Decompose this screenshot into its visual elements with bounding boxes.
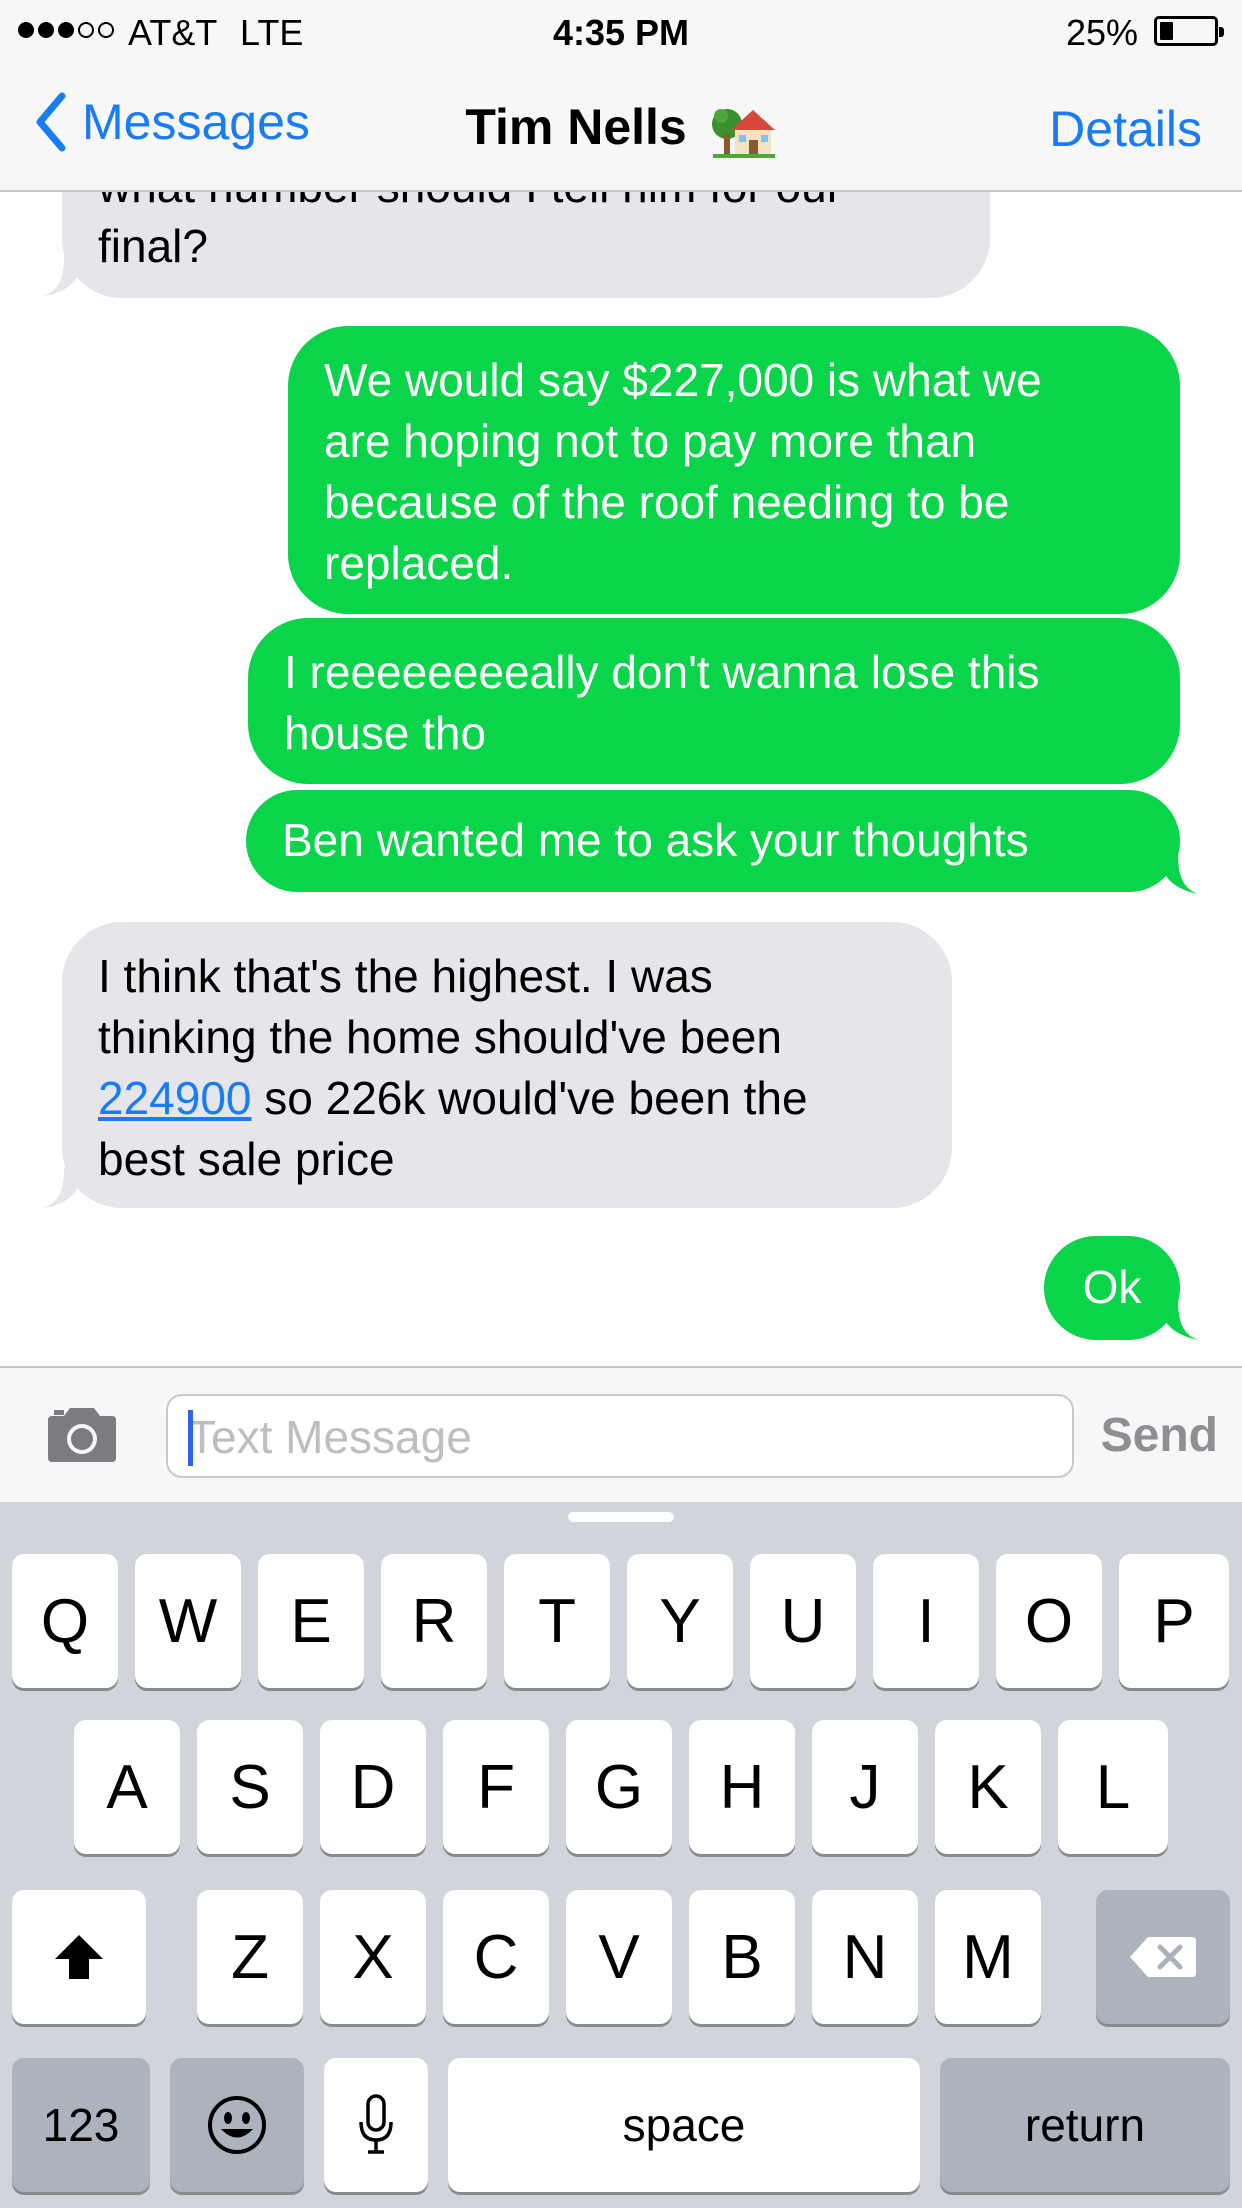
message-line: We would say $227,000 is what we bbox=[324, 354, 1042, 406]
key-v[interactable]: V bbox=[566, 1890, 672, 2024]
key-a[interactable]: A bbox=[74, 1720, 180, 1854]
key-j[interactable]: J bbox=[812, 1720, 918, 1854]
key-l[interactable]: L bbox=[1058, 1720, 1168, 1854]
key-s[interactable]: S bbox=[197, 1720, 303, 1854]
bubble-tail bbox=[1160, 1300, 1198, 1340]
battery-icon bbox=[1154, 16, 1224, 46]
key-u[interactable]: U bbox=[750, 1554, 856, 1688]
camera-icon[interactable] bbox=[44, 1404, 120, 1466]
phone-number-link[interactable]: 224900 bbox=[98, 1072, 252, 1124]
navigation-bar: Messages Tim Nells Details bbox=[0, 62, 1242, 192]
status-bar: AT&T LTE 4:35 PM 25% bbox=[0, 0, 1242, 62]
message-text: final? bbox=[98, 220, 208, 272]
message-bubble-sent[interactable]: Ben wanted me to ask your thoughts bbox=[246, 790, 1180, 892]
key-p[interactable]: P bbox=[1119, 1554, 1229, 1688]
key-k[interactable]: K bbox=[935, 1720, 1041, 1854]
message-line: Ben wanted me to ask your thoughts bbox=[282, 814, 1029, 866]
return-key[interactable]: return bbox=[940, 2058, 1230, 2192]
message-bubble-received[interactable]: I think that's the highest. I was thinki… bbox=[62, 922, 952, 1208]
message-thread[interactable]: what number should I tell him for our fi… bbox=[0, 0, 1242, 1368]
key-b[interactable]: B bbox=[689, 1890, 795, 2024]
message-line: are hoping not to pay more than bbox=[324, 415, 977, 467]
space-key[interactable]: space bbox=[448, 2058, 920, 2192]
message-line: replaced. bbox=[324, 537, 514, 589]
keyboard: Q W E R T Y U I O P A S D F G H J K L Z … bbox=[0, 1502, 1242, 2208]
message-line: because of the roof needing to be bbox=[324, 476, 1010, 528]
bubble-tail bbox=[44, 256, 82, 296]
top-bar: AT&T LTE 4:35 PM 25% Messages Tim Nells bbox=[0, 0, 1242, 192]
battery-fill bbox=[1160, 22, 1173, 40]
status-time: 4:35 PM bbox=[552, 12, 690, 53]
text-cursor bbox=[188, 1410, 193, 1466]
key-z[interactable]: Z bbox=[197, 1890, 303, 2024]
emoji-icon bbox=[208, 2096, 266, 2154]
message-line: thinking the home should've been bbox=[98, 1011, 782, 1063]
key-n[interactable]: N bbox=[812, 1890, 918, 2024]
bubble-tail bbox=[44, 1168, 82, 1208]
shift-icon bbox=[55, 1935, 103, 1979]
key-t[interactable]: T bbox=[504, 1554, 610, 1688]
message-line: I think that's the highest. I was bbox=[98, 950, 713, 1002]
key-o[interactable]: O bbox=[996, 1554, 1102, 1688]
delete-key[interactable] bbox=[1096, 1890, 1230, 2024]
key-c[interactable]: C bbox=[443, 1890, 549, 2024]
key-w[interactable]: W bbox=[135, 1554, 241, 1688]
key-r[interactable]: R bbox=[381, 1554, 487, 1688]
key-h[interactable]: H bbox=[689, 1720, 795, 1854]
message-bubble-sent[interactable]: We would say $227,000 is what we are hop… bbox=[288, 326, 1180, 614]
key-q[interactable]: Q bbox=[12, 1554, 118, 1688]
message-line-rest: so 226k would've been the bbox=[251, 1072, 808, 1124]
battery-percentage: 25% bbox=[1065, 12, 1138, 53]
message-line: I reeeeeeeeally don't wanna lose this bbox=[284, 646, 1040, 698]
key-d[interactable]: D bbox=[320, 1720, 426, 1854]
message-input[interactable] bbox=[188, 1406, 1048, 1468]
key-i[interactable]: I bbox=[873, 1554, 979, 1688]
keyboard-drag-handle[interactable] bbox=[568, 1512, 674, 1522]
contact-name: Tim Nells bbox=[465, 99, 687, 155]
house-with-garden-icon bbox=[711, 108, 775, 158]
key-g[interactable]: G bbox=[566, 1720, 672, 1854]
bubble-tail bbox=[1160, 854, 1198, 894]
key-f[interactable]: F bbox=[443, 1720, 549, 1854]
emoji-key[interactable] bbox=[170, 2058, 304, 2192]
message-line: 224900 so 226k would've been the bbox=[98, 1068, 916, 1129]
key-e[interactable]: E bbox=[258, 1554, 364, 1688]
composer-bar: Send bbox=[0, 1366, 1242, 1502]
send-button[interactable]: Send bbox=[1101, 1408, 1218, 1463]
delete-icon bbox=[1130, 1937, 1196, 1977]
microphone-icon bbox=[359, 2094, 393, 2154]
details-button[interactable]: Details bbox=[1049, 100, 1202, 158]
dictation-key[interactable] bbox=[324, 2058, 428, 2192]
key-x[interactable]: X bbox=[320, 1890, 426, 2024]
numbers-key[interactable]: 123 bbox=[12, 2058, 150, 2192]
message-line: best sale price bbox=[98, 1133, 395, 1185]
shift-key[interactable] bbox=[12, 1890, 146, 2024]
message-bubble-sent[interactable]: I reeeeeeeeally don't wanna lose this ho… bbox=[248, 618, 1180, 784]
message-line: house tho bbox=[284, 707, 487, 759]
key-m[interactable]: M bbox=[935, 1890, 1041, 2024]
message-input-field[interactable] bbox=[166, 1394, 1074, 1478]
key-y[interactable]: Y bbox=[627, 1554, 733, 1688]
